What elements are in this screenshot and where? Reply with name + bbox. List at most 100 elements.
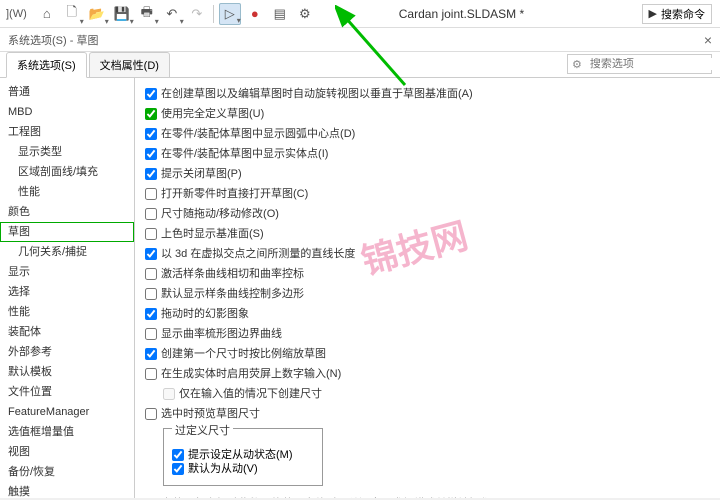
- option-checkbox-9[interactable]: [145, 268, 157, 280]
- option-checkbox-0[interactable]: [145, 88, 157, 100]
- option-row-5: 打开新零件时直接打开草图(C): [145, 184, 710, 204]
- option-row-1: 使用完全定义草图(U): [145, 104, 710, 124]
- gear-icon: ⚙: [568, 58, 586, 71]
- option-row-16: 选中时预览草图尺寸: [145, 404, 710, 424]
- option-row-9: 激活样条曲线相切和曲率控标: [145, 264, 710, 284]
- option-checkbox-10[interactable]: [145, 288, 157, 300]
- close-icon[interactable]: ×: [704, 32, 712, 48]
- sidebar-item-9[interactable]: 显示: [0, 262, 134, 282]
- save-icon[interactable]: 💾▾: [111, 3, 133, 25]
- undo-icon[interactable]: ↶▾: [161, 3, 183, 25]
- option-row-13: 创建第一个尺寸时按比例缩放草图: [145, 344, 710, 364]
- option-checkbox-8[interactable]: [145, 248, 157, 260]
- option-checkbox-15[interactable]: [163, 388, 175, 400]
- select-icon[interactable]: ▷▾: [219, 3, 241, 25]
- sidebar-item-6[interactable]: 颜色: [0, 202, 134, 222]
- sidebar-item-20[interactable]: 触摸: [0, 482, 134, 498]
- option-label-7: 上色时显示基准面(S): [161, 225, 264, 243]
- option-row-0: 在创建草图以及编辑草图时自动旋转视图以垂直于草图基准面(A): [145, 84, 710, 104]
- option-label-3: 在零件/装配体草图中显示实体点(I): [161, 145, 328, 163]
- option-checkbox-3[interactable]: [145, 148, 157, 160]
- option-label-0: 在创建草图以及编辑草图时自动旋转视图以垂直于草图基准面(A): [161, 85, 473, 103]
- sidebar-item-4[interactable]: 区域剖面线/填充: [0, 162, 134, 182]
- fieldset-checkbox-0[interactable]: [172, 449, 184, 461]
- dialog-header: 系统选项(S) - 草图 ×: [0, 28, 720, 52]
- option-checkbox-1[interactable]: [145, 108, 157, 120]
- search-options-input[interactable]: [586, 58, 720, 70]
- menu-w[interactable]: ](W): [6, 8, 27, 20]
- sidebar-item-1[interactable]: MBD: [0, 102, 134, 122]
- search-command-box[interactable]: ▶ 搜索命令: [642, 4, 712, 24]
- sidebar-item-12[interactable]: 装配体: [0, 322, 134, 342]
- sidebar-item-7[interactable]: 草图: [0, 222, 134, 242]
- option-label-5: 打开新零件时直接打开草图(C): [161, 185, 308, 203]
- tab-document-properties[interactable]: 文档属性(D): [89, 52, 170, 77]
- open-icon[interactable]: 📂▾: [86, 3, 108, 25]
- search-options-box[interactable]: ⚙ 🔍: [567, 54, 712, 74]
- sidebar-item-17[interactable]: 选值框增量值: [0, 422, 134, 442]
- option-row-8: 以 3d 在虚拟交点之间所测量的直线长度: [145, 244, 710, 264]
- tab-system-options[interactable]: 系统选项(S): [6, 52, 87, 78]
- sidebar-item-2[interactable]: 工程图: [0, 122, 134, 142]
- search-command-label: 搜索命令: [661, 6, 705, 22]
- sidebar-item-18[interactable]: 视图: [0, 442, 134, 462]
- fieldset-label-1: 默认为从动(V): [188, 460, 258, 478]
- option-label-16: 选中时预览草图尺寸: [161, 405, 260, 423]
- redo-icon[interactable]: ↷: [186, 3, 208, 25]
- options-icon[interactable]: ⚙: [294, 3, 316, 25]
- dialog-title: 系统选项(S) - 草图: [8, 32, 98, 48]
- override-dims-fieldset: 过定义尺寸提示设定从动状态(M)默认为从动(V): [163, 428, 323, 486]
- option-checkbox-6[interactable]: [145, 208, 157, 220]
- option-checkbox-5[interactable]: [145, 188, 157, 200]
- option-checkbox-14[interactable]: [145, 368, 157, 380]
- content-area: 普通MBD工程图显示类型区域剖面线/填充性能颜色草图几何关系/捕捉显示选择性能装…: [0, 78, 720, 498]
- option-checkbox-16[interactable]: [145, 408, 157, 420]
- option-checkbox-12[interactable]: [145, 328, 157, 340]
- option-row-15: 仅在输入值的情况下创建尺寸: [145, 384, 710, 404]
- options-panel: 在创建草图以及编辑草图时自动旋转视图以垂直于草图基准面(A) 使用完全定义草图(U…: [135, 78, 720, 498]
- option-checkbox-2[interactable]: [145, 128, 157, 140]
- home-icon[interactable]: ⌂: [36, 3, 58, 25]
- new-icon[interactable]: 🗋▾: [61, 3, 83, 25]
- list-icon[interactable]: ▤: [269, 3, 291, 25]
- option-checkbox-4[interactable]: [145, 168, 157, 180]
- option-label-9: 激活样条曲线相切和曲率控标: [161, 265, 304, 283]
- option-label-8: 以 3d 在虚拟交点之间所测量的直线长度: [161, 245, 355, 263]
- fieldset-checkbox-1[interactable]: [172, 463, 184, 475]
- option-checkbox-7[interactable]: [145, 228, 157, 240]
- option-label-1: 使用完全定义草图(U): [161, 105, 264, 123]
- play-icon: ▶: [649, 7, 657, 20]
- rebuild-icon[interactable]: ●: [244, 3, 266, 25]
- sidebar-item-10[interactable]: 选择: [0, 282, 134, 302]
- option-label-6: 尺寸随拖动/移动修改(O): [161, 205, 279, 223]
- sidebar-item-14[interactable]: 默认模板: [0, 362, 134, 382]
- option-row-3: 在零件/装配体草图中显示实体点(I): [145, 144, 710, 164]
- option-row-12: 显示曲率梳形图边界曲线: [145, 324, 710, 344]
- sidebar-item-13[interactable]: 外部参考: [0, 342, 134, 362]
- option-label-15: 仅在输入值的情况下创建尺寸: [179, 385, 322, 403]
- sidebar-item-3[interactable]: 显示类型: [0, 142, 134, 162]
- option-checkbox-11[interactable]: [145, 308, 157, 320]
- document-title: Cardan joint.SLDASM *: [399, 7, 524, 21]
- option-label-12: 显示曲率梳形图边界曲线: [161, 325, 282, 343]
- fieldset-legend: 过定义尺寸: [172, 422, 233, 438]
- option-row-4: 提示关闭草图(P): [145, 164, 710, 184]
- sidebar-item-5[interactable]: 性能: [0, 182, 134, 202]
- threshold-row: 当草图包含超过此数量的草图实体时，关闭自动求解模式并撤销操作(E)：▴▾: [145, 494, 710, 498]
- separator: [213, 5, 214, 23]
- sidebar-item-11[interactable]: 性能: [0, 302, 134, 322]
- sidebar-item-15[interactable]: 文件位置: [0, 382, 134, 402]
- sidebar-item-0[interactable]: 普通: [0, 82, 134, 102]
- threshold-label: 当草图包含超过此数量的草图实体时，关闭自动求解模式并撤销操作(E)：: [161, 495, 491, 498]
- main-toolbar: ](W) ⌂ 🗋▾ 📂▾ 💾▾ 🖶▾ ↶▾ ↷ ▷▾ ● ▤ ⚙ Cardan …: [0, 0, 720, 28]
- option-label-2: 在零件/装配体草图中显示圆弧中心点(D): [161, 125, 355, 143]
- sidebar-item-8[interactable]: 几何关系/捕捉: [0, 242, 134, 262]
- print-icon[interactable]: 🖶▾: [136, 3, 158, 25]
- option-label-11: 拖动时的幻影图象: [161, 305, 249, 323]
- tabs-bar: 系统选项(S) 文档属性(D) ⚙ 🔍: [0, 52, 720, 78]
- option-row-7: 上色时显示基准面(S): [145, 224, 710, 244]
- option-checkbox-13[interactable]: [145, 348, 157, 360]
- option-label-13: 创建第一个尺寸时按比例缩放草图: [161, 345, 326, 363]
- sidebar-item-16[interactable]: FeatureManager: [0, 402, 134, 422]
- sidebar-item-19[interactable]: 备份/恢复: [0, 462, 134, 482]
